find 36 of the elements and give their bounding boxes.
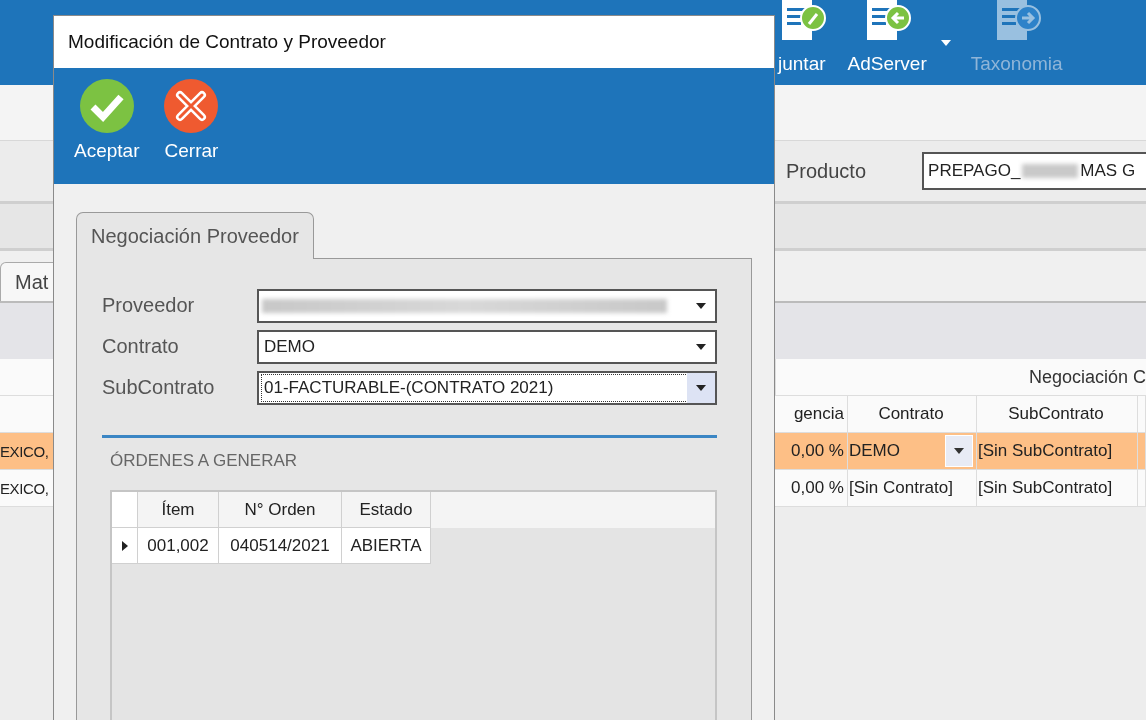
dropdown-button[interactable] [945, 435, 973, 467]
column-header: Contrato [848, 396, 977, 432]
combo-cell[interactable]: DEMO [848, 433, 977, 469]
table-cell: [Sin Contrato] [848, 470, 977, 506]
table-cell: 040514/2021 [219, 528, 342, 564]
caret-icon [954, 448, 964, 454]
field-label: Proveedor [102, 294, 196, 317]
table-cell: ABIERTA [342, 528, 431, 564]
combo-box[interactable] [257, 288, 717, 323]
field-label: Contrato [102, 335, 180, 358]
combo-box[interactable]: 01-FACTURABLE-(CONTRATO 2021) [257, 370, 717, 405]
combo-box[interactable]: DEMO [257, 329, 717, 364]
window-title: Modificación de Contrato y Proveedor [54, 16, 774, 68]
column-header: Estado [342, 492, 431, 528]
tab[interactable]: Negociación Proveedor [76, 212, 314, 259]
close-icon [163, 78, 220, 134]
table-cell: [Sin SubContrato] [977, 433, 1138, 469]
table-cell: 001,002 [138, 528, 219, 564]
product-field[interactable]: PREPAGO_ MAS G [922, 152, 1146, 190]
column-header: Ítem [138, 492, 219, 528]
toolbar-button[interactable]: Aceptar [72, 78, 142, 168]
table-cell: [Sin SubContrato] [977, 470, 1138, 506]
caret-icon [696, 343, 706, 350]
field-label: SubContrato [102, 376, 216, 399]
section-title: ÓRDENES A GENERAR [109, 450, 299, 472]
caret-icon[interactable] [940, 39, 951, 46]
field-label: Producto [786, 159, 867, 183]
ribbon-button[interactable]: juntar [776, 0, 828, 85]
toolbar-button[interactable]: Cerrar [161, 78, 222, 168]
row-indicator[interactable] [112, 528, 138, 564]
column-header: N° Orden [219, 492, 342, 528]
ribbon-button[interactable]: AdServer [845, 0, 929, 85]
row-pointer-icon [121, 540, 128, 551]
caret-icon [696, 384, 706, 391]
column-header: SubContrato [977, 396, 1138, 432]
check-icon [78, 78, 135, 134]
